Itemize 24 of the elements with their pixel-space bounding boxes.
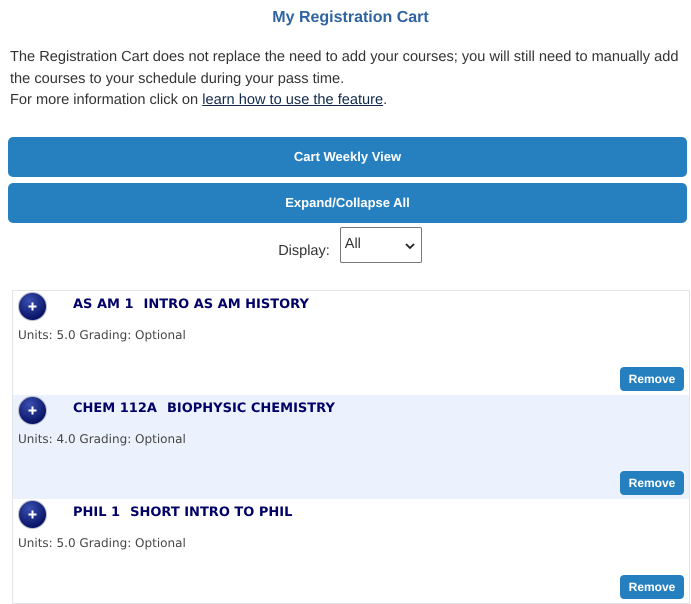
feature-help-link[interactable]: learn how to use the feature xyxy=(202,92,384,108)
course-code: PHIL 1 xyxy=(73,504,120,520)
course-title: INTRO AS AM HISTORY xyxy=(144,296,309,312)
plus-icon[interactable] xyxy=(18,396,47,424)
course-title: SHORT INTRO TO PHIL xyxy=(130,504,292,520)
course-details: Units: 5.0 Grading: Optional xyxy=(18,534,187,550)
course-code: AS AM 1 xyxy=(73,296,134,312)
plus-icon[interactable] xyxy=(18,292,47,320)
expand-collapse-button[interactable]: Expand/Collapse All xyxy=(8,182,687,222)
notice-text: The Registration Cart does not replace the need to add your courses; you will still need to manually add the courses to your schedule during your pass time. xyxy=(10,48,680,88)
remove-button[interactable]: Remove xyxy=(620,574,684,598)
remove-button[interactable]: Remove xyxy=(620,470,684,494)
display-select[interactable]: All xyxy=(340,226,422,262)
chevron-icon xyxy=(404,242,415,248)
course-title: BIOPHYSIC CHEMISTRY xyxy=(166,400,335,416)
course-details: Units: 4.0 Grading: Optional xyxy=(18,430,187,446)
course-code: CHEM 112A xyxy=(73,400,157,416)
page-title: My Registration Cart xyxy=(272,9,429,26)
more-info-text: For more information click on learn how to use the feature. xyxy=(10,91,388,110)
remove-button[interactable]: Remove xyxy=(620,366,684,390)
plus-icon[interactable] xyxy=(18,500,47,528)
display-label: Display: xyxy=(278,242,330,260)
course-details: Units: 5.0 Grading: Optional xyxy=(18,326,187,342)
weekly-view-button[interactable]: Cart Weekly View xyxy=(8,136,687,176)
